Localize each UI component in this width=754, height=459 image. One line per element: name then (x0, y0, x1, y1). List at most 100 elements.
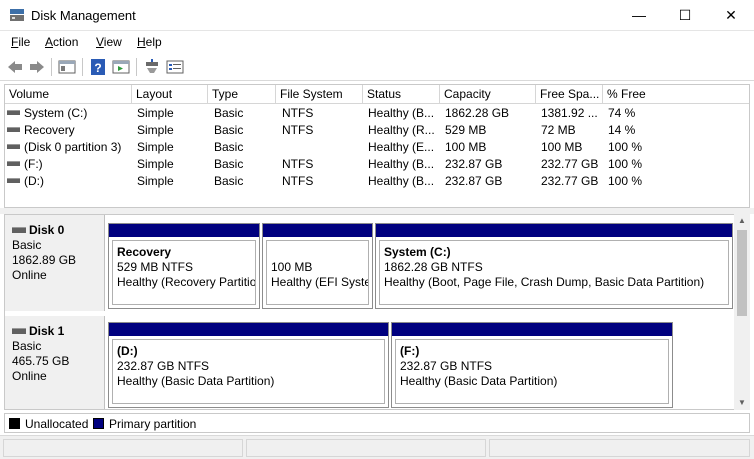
partition-recovery[interactable]: Recovery 529 MB NTFS Healthy (Recovery P… (108, 223, 260, 309)
column-header-capacity[interactable]: Capacity (440, 85, 536, 104)
volume-name: Recovery (24, 123, 75, 137)
scrollbar-thumb[interactable] (737, 230, 747, 316)
connect-icon[interactable] (143, 58, 161, 76)
table-row[interactable]: (F:) Simple Basic NTFS Healthy (B... 232… (5, 156, 749, 173)
cell-free-space: 232.77 GB (541, 157, 599, 171)
legend: Unallocated Primary partition (4, 413, 750, 433)
disk-name: Disk 0 (29, 223, 65, 237)
menu-help[interactable]: Help (137, 35, 162, 49)
cell-file-system: NTFS (282, 157, 314, 171)
cell-volume: (D:) (7, 173, 132, 190)
status-segment (3, 439, 243, 457)
properties-icon[interactable] (166, 58, 184, 76)
disk-size: 1862.89 GB (12, 253, 77, 267)
cell-status: Healthy (R... (368, 123, 435, 137)
primary-partition-swatch (93, 418, 104, 429)
disk-graphical-view[interactable]: Disk 0 Basic 1862.89 GB Online Recovery … (4, 214, 750, 410)
toolbar-separator (136, 58, 137, 76)
partition-size: 100 MB (271, 260, 313, 274)
column-header-status[interactable]: Status (363, 85, 440, 104)
status-segment (246, 439, 486, 457)
cell-percent-free: 14 % (608, 123, 636, 137)
minimize-button[interactable]: — (616, 0, 662, 31)
close-button[interactable]: ✕ (708, 0, 754, 31)
cell-percent-free: 74 % (608, 106, 636, 120)
cell-layout: Simple (137, 157, 174, 171)
cell-file-system: NTFS (282, 174, 314, 188)
action-pane-icon[interactable] (112, 58, 130, 76)
partition-name: System (C:) (384, 245, 451, 259)
partition-efi[interactable]: 100 MB Healthy (EFI Syster (262, 223, 373, 309)
partition-size: 529 MB NTFS (117, 260, 194, 274)
svg-text:?: ? (94, 61, 101, 75)
cell-volume: Recovery (7, 122, 132, 139)
column-header-free-space[interactable]: Free Spa... (536, 85, 603, 104)
column-header-percent-free[interactable]: % Free (603, 85, 749, 104)
partition-size: 1862.28 GB NTFS (384, 260, 483, 274)
column-header-volume[interactable]: Volume (5, 85, 132, 104)
primary-partition-bar (376, 224, 732, 237)
toolbar-separator (51, 58, 52, 76)
status-bar (0, 435, 754, 459)
disk-name: Disk 1 (29, 324, 65, 338)
cell-free-space: 72 MB (541, 123, 576, 137)
partition-system-c[interactable]: System (C:) 1862.28 GB NTFS Healthy (Boo… (375, 223, 733, 309)
forward-arrow-icon[interactable] (28, 58, 46, 76)
disk-type: Basic (12, 339, 42, 353)
legend-unallocated: Unallocated (25, 417, 89, 431)
hard-disk-icon (12, 226, 26, 233)
title-bar: Disk Management — ☐ ✕ (0, 0, 754, 31)
cell-volume: (F:) (7, 156, 132, 173)
disk-size: 465.75 GB (12, 354, 70, 368)
cell-type: Basic (214, 140, 244, 154)
menu-action[interactable]: Action (45, 35, 78, 49)
menu-action-label: ction (53, 35, 79, 49)
disk-type: Basic (12, 238, 42, 252)
scroll-down-icon[interactable]: ▼ (734, 396, 750, 410)
partition-name (271, 245, 368, 260)
partition-status: Healthy (EFI Syster (271, 275, 369, 289)
column-header-layout[interactable]: Layout (132, 85, 208, 104)
maximize-button[interactable]: ☐ (662, 0, 708, 31)
cell-volume: System (C:) (7, 105, 132, 122)
cell-capacity: 232.87 GB (445, 157, 503, 171)
window-title: Disk Management (31, 8, 136, 23)
column-header-file-system[interactable]: File System (276, 85, 363, 104)
volume-list[interactable]: Volume Layout Type File System Status Ca… (4, 84, 750, 208)
cell-layout: Simple (137, 140, 174, 154)
disk-1-label[interactable]: Disk 1 Basic 465.75 GB Online (5, 316, 105, 409)
menu-file[interactable]: File (11, 35, 30, 49)
toolbar: ? (0, 53, 754, 81)
cell-type: Basic (214, 123, 244, 137)
cell-capacity: 100 MB (445, 140, 487, 154)
column-header-type[interactable]: Type (208, 85, 276, 104)
back-arrow-icon[interactable] (6, 58, 24, 76)
cell-type: Basic (214, 157, 244, 171)
vertical-scrollbar[interactable]: ▲ ▼ (734, 214, 750, 410)
cell-type: Basic (214, 174, 244, 188)
menu-view[interactable]: View (96, 35, 122, 49)
help-icon[interactable]: ? (89, 58, 107, 76)
primary-partition-bar (263, 224, 372, 237)
cell-status: Healthy (E... (368, 140, 435, 154)
drive-icon (7, 110, 20, 116)
partition-name: (F:) (400, 344, 420, 358)
table-row[interactable]: System (C:) Simple Basic NTFS Healthy (B… (5, 105, 749, 122)
partition-d[interactable]: (D:) 232.87 GB NTFS Healthy (Basic Data … (108, 322, 389, 408)
primary-partition-bar (109, 323, 388, 336)
table-row[interactable]: (D:) Simple Basic NTFS Healthy (B... 232… (5, 173, 749, 190)
disk-0-label[interactable]: Disk 0 Basic 1862.89 GB Online (5, 215, 105, 311)
cell-volume: (Disk 0 partition 3) (7, 139, 132, 156)
table-row[interactable]: Recovery Simple Basic NTFS Healthy (R...… (5, 122, 749, 139)
menu-help-mnemonic: H (137, 35, 146, 49)
console-tree-icon[interactable] (58, 58, 76, 76)
partition-f[interactable]: (F:) 232.87 GB NTFS Healthy (Basic Data … (391, 322, 673, 408)
cell-status: Healthy (B... (368, 174, 435, 188)
menu-view-label: iew (103, 35, 122, 49)
partition-size: 232.87 GB NTFS (400, 359, 493, 373)
table-row[interactable]: (Disk 0 partition 3) Simple Basic Health… (5, 139, 749, 156)
cell-free-space: 232.77 GB (541, 174, 599, 188)
cell-free-space: 100 MB (541, 140, 583, 154)
scroll-up-icon[interactable]: ▲ (734, 214, 750, 228)
menu-file-label: ile (18, 35, 31, 49)
